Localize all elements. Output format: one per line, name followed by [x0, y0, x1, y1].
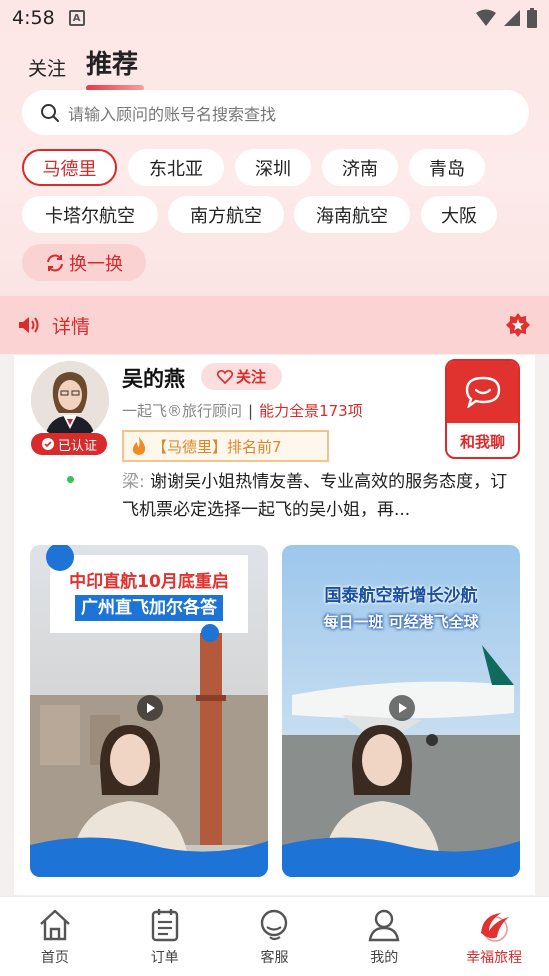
advisor-name: 吴的燕 — [122, 367, 185, 391]
badge-icon[interactable] — [505, 312, 531, 338]
chip-qingdao[interactable]: 青岛 — [409, 149, 485, 186]
nav-label: 客服 — [260, 950, 289, 966]
video-title-line2: 广州直飞加尔各答 — [75, 595, 223, 621]
video-thumbnail[interactable]: 中印直航10月底重启 广州直飞加尔各答 — [30, 545, 268, 877]
chip-madrid[interactable]: 马德里 — [22, 149, 117, 186]
chat-button-top — [447, 361, 518, 423]
chat-label: 和我聊 — [459, 432, 505, 451]
video-title-line2: 每日一班 可经港飞全球 — [323, 613, 479, 631]
advisor-subline: 一起飞®旅行顾问 | 能力全景173项 — [122, 400, 363, 421]
status-bar: 4:58 A — [0, 0, 549, 36]
chip-qatar-airways[interactable]: 卡塔尔航空 — [22, 196, 158, 233]
search-icon — [41, 103, 59, 122]
chip-jinan[interactable]: 济南 — [322, 149, 398, 186]
nav-profile[interactable]: 我的 — [329, 897, 439, 976]
heart-icon — [216, 369, 233, 384]
refresh-icon — [47, 254, 63, 271]
happy-journey-icon — [481, 913, 510, 942]
fire-icon — [132, 437, 146, 455]
swap-button[interactable]: 换一换 — [22, 244, 146, 281]
detail-bar[interactable]: 详情 — [0, 296, 549, 354]
profile-icon — [368, 909, 400, 942]
tab-follow[interactable]: 关注 — [28, 54, 66, 81]
service-icon — [261, 909, 288, 941]
status-icons — [475, 8, 537, 28]
avatar[interactable] — [31, 361, 109, 439]
advisor-title: 一起飞®旅行顾问 — [122, 402, 243, 420]
signal-icon — [504, 10, 520, 26]
top-tabs: 关注 推荐 — [28, 44, 145, 91]
nav-home[interactable]: 首页 — [0, 897, 110, 976]
chip-shenzhen[interactable]: 深圳 — [235, 149, 311, 186]
review-author: 梁: — [122, 472, 145, 492]
speaker-icon — [19, 317, 39, 333]
tab-recommend[interactable]: 推荐 — [86, 44, 145, 91]
detail-label: 详情 — [52, 315, 91, 338]
order-icon — [151, 909, 178, 942]
rank-badge: 【马德里】排名前7 — [122, 430, 329, 462]
online-status-dot — [67, 476, 74, 483]
wifi-icon — [476, 9, 496, 26]
verified-label: 已认证 — [57, 438, 97, 454]
nav-label: 幸福旅程 — [466, 950, 523, 966]
subline-separator: | — [248, 402, 254, 420]
video-title: 国泰航空新增长沙航 每日一班 可经港飞全球 — [282, 583, 520, 635]
review-text: 梁: 谢谢吴小姐热情友善、专业高效的服务态度，订飞机票必定选择一起飞的吴小姐，再… — [122, 468, 522, 524]
verified-icon — [41, 438, 54, 450]
chip-northeast-asia[interactable]: 东北亚 — [128, 149, 224, 186]
status-time: 4:58 — [12, 7, 55, 29]
battery-icon — [527, 8, 537, 28]
follow-button[interactable]: 关注 — [201, 363, 282, 390]
home-icon — [40, 909, 70, 941]
search-input[interactable]: 请输入顾问的账号名搜索查找 — [22, 90, 529, 135]
advisor-card[interactable]: 已认证 吴的燕 关注 一起飞®旅行顾问 | 能力全景173项 【马德里】排名前7 和… — [14, 355, 535, 895]
verified-badge: 已认证 — [31, 433, 107, 455]
play-icon[interactable] — [389, 695, 415, 721]
rank-text: 【马德里】排名前7 — [152, 437, 282, 456]
review-body: 谢谢吴小姐热情友善、专业高效的服务态度，订飞机票必定选择一起飞的吴小姐，再... — [122, 472, 508, 520]
play-icon[interactable] — [137, 695, 163, 721]
nav-orders[interactable]: 订单 — [110, 897, 220, 976]
video-title-line1: 国泰航空新增长沙航 — [324, 586, 478, 606]
video-title: 中印直航10月底重启 广州直飞加尔各答 — [30, 569, 268, 621]
chip-osaka[interactable]: 大阪 — [421, 196, 497, 233]
notification-a-icon: A — [68, 10, 85, 26]
nav-label: 我的 — [370, 950, 399, 966]
swap-label: 换一换 — [69, 253, 123, 275]
nav-label: 首页 — [40, 950, 69, 966]
video-title-line1: 中印直航10月底重启 — [69, 572, 229, 592]
follow-label: 关注 — [235, 368, 266, 386]
nav-label: 订单 — [150, 950, 179, 966]
chat-icon — [465, 376, 500, 408]
ability-link[interactable]: 能力全景173项 — [259, 402, 363, 420]
search-placeholder: 请输入顾问的账号名搜索查找 — [68, 104, 277, 124]
bottom-nav: 首页 订单 客服 我的 幸福旅程 — [0, 896, 549, 976]
video-thumbnail[interactable]: 国泰航空新增长沙航 每日一班 可经港飞全球 — [282, 545, 520, 877]
chat-button[interactable]: 和我聊 — [445, 359, 520, 459]
chip-china-southern[interactable]: 南方航空 — [168, 196, 284, 233]
chip-hainan-airlines[interactable]: 海南航空 — [294, 196, 410, 233]
nav-happy-journey[interactable]: 幸福旅程 — [439, 897, 549, 976]
nav-service[interactable]: 客服 — [220, 897, 330, 976]
